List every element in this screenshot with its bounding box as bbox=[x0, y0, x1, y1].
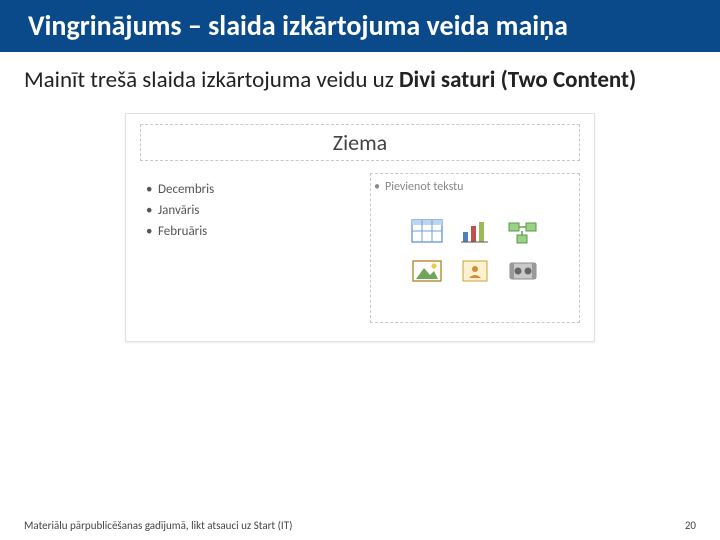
content-icon-grid bbox=[371, 214, 579, 302]
chart-icon bbox=[455, 214, 495, 248]
placeholder-prompt: Pievienot tekstu bbox=[371, 174, 579, 194]
instruction-bold: Divi saturi (Two Content) bbox=[399, 66, 636, 94]
table-icon bbox=[407, 214, 447, 248]
example-slide-title: Ziema bbox=[333, 129, 387, 156]
list-item: Janvāris bbox=[144, 200, 352, 221]
slide-footer: Materiālu pārpublicēšanas gadījumā, likt… bbox=[24, 519, 696, 532]
instruction-text: Mainīt trešā slaida izkārtojuma veidu uz… bbox=[24, 66, 696, 95]
example-slide-figure: Ziema Decembris Janvāris Februāris Pievi… bbox=[125, 113, 595, 342]
smartart-icon bbox=[503, 214, 543, 248]
slide-body: Mainīt trešā slaida izkārtojuma veidu uz… bbox=[0, 52, 720, 540]
picture-icon bbox=[407, 254, 447, 288]
list-item: Decembris bbox=[144, 179, 352, 200]
clipart-icon bbox=[455, 254, 495, 288]
page-number: 20 bbox=[685, 519, 696, 532]
instruction-plain: Mainīt trešā slaida izkārtojuma veidu uz bbox=[24, 66, 399, 94]
slide: Vingrinājums – slaida izkārtojuma veida … bbox=[0, 0, 720, 540]
bullet-list: Decembris Janvāris Februāris bbox=[144, 179, 352, 242]
left-content-column: Decembris Janvāris Februāris bbox=[140, 173, 356, 323]
list-item: Februāris bbox=[144, 221, 352, 242]
two-content-columns: Decembris Janvāris Februāris Pievienot t… bbox=[126, 167, 594, 341]
media-icon bbox=[503, 254, 543, 288]
example-slide-title-placeholder: Ziema bbox=[140, 124, 580, 161]
footer-note: Materiālu pārpublicēšanas gadījumā, likt… bbox=[24, 519, 292, 532]
title-bar: Vingrinājums – slaida izkārtojuma veida … bbox=[0, 0, 720, 52]
slide-title: Vingrinājums – slaida izkārtojuma veida … bbox=[28, 10, 692, 42]
right-content-placeholder: Pievienot tekstu bbox=[370, 173, 580, 323]
